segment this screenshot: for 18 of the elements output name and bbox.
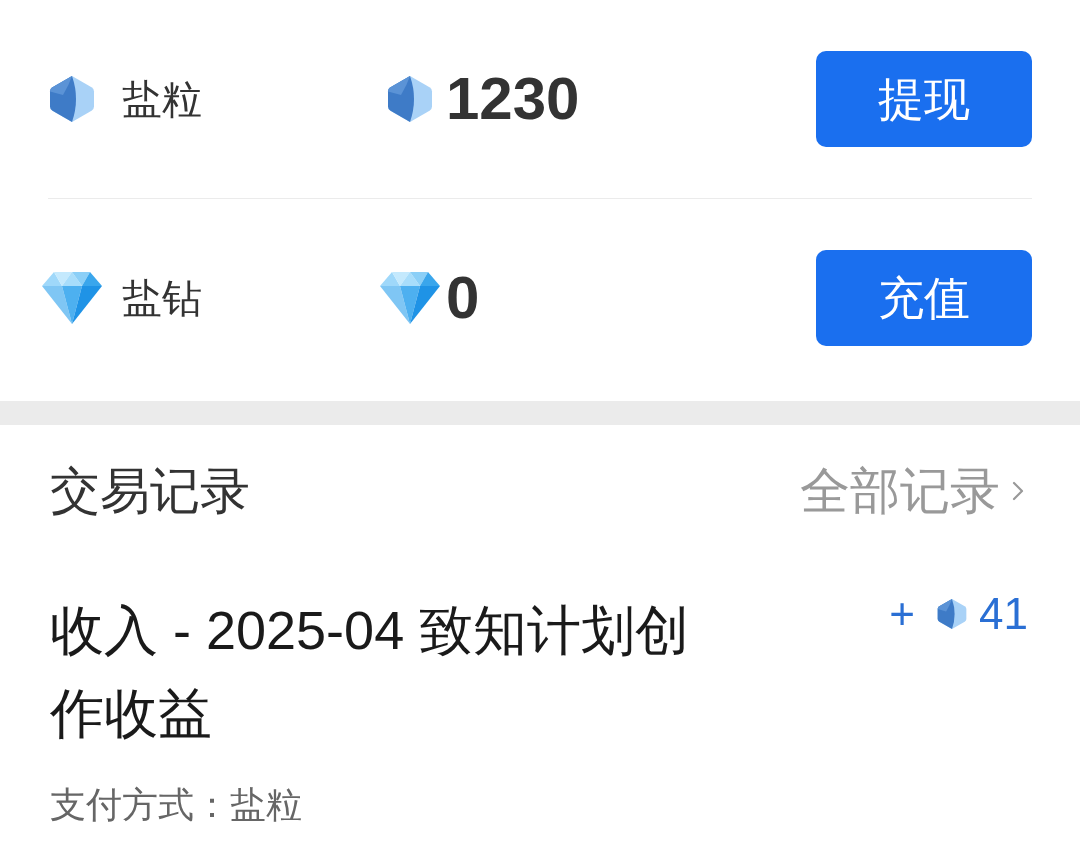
section-title: 交易记录 [50,462,250,521]
currency-label: 盐粒 [122,76,203,123]
payment-method: 支付方式：盐粒 [50,783,303,827]
chevron-right-icon [1012,481,1024,501]
transaction-title: 收入 - 2025-04 致知计划创作收益 [50,599,691,745]
balance-amount: 0 [446,263,480,333]
action-button[interactable]: 充值 [816,250,1032,346]
all-records-link[interactable]: 全部记录 [800,461,1024,521]
action-button[interactable]: 提现 [816,51,1032,147]
hexagon-icon [937,598,968,630]
amount-sign: + [889,589,916,639]
hexagon-icon [387,75,433,123]
currency-label: 盐钻 [122,275,203,322]
transaction-amount: 41 [979,589,1028,639]
hexagon-icon [49,75,95,123]
balance-amount: 1230 [446,64,580,134]
diamond-icon [380,272,440,324]
diamond-icon [42,272,102,324]
